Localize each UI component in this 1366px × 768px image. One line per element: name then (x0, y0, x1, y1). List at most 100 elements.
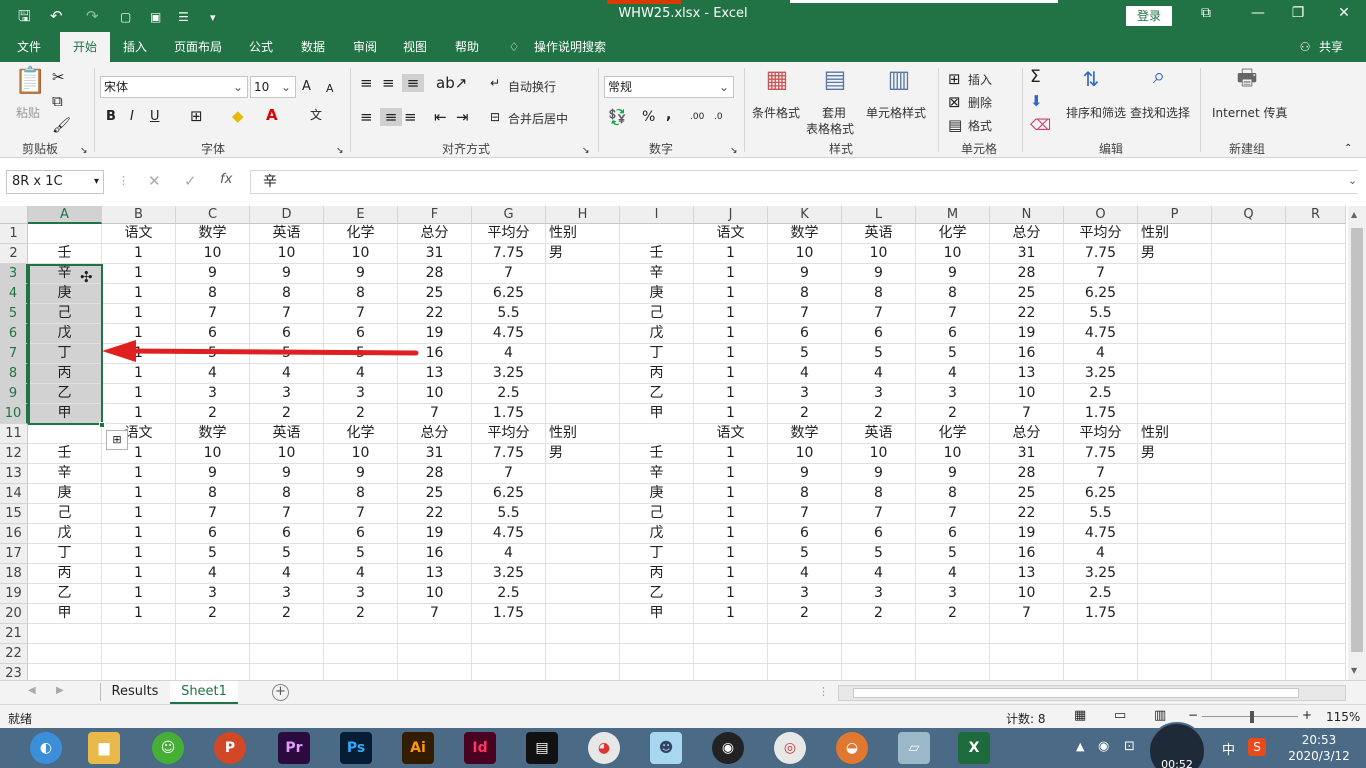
row-header[interactable]: 6 (0, 324, 28, 344)
cell[interactable]: 5.5 (472, 304, 546, 324)
cell[interactable]: 7 (324, 504, 398, 524)
cell[interactable]: 7 (398, 404, 472, 424)
column-header[interactable]: H (546, 206, 620, 224)
font-color-icon[interactable]: A (266, 106, 278, 124)
cell[interactable]: 2 (324, 404, 398, 424)
cell[interactable]: 6.25 (1064, 284, 1138, 304)
cell[interactable] (1138, 584, 1212, 604)
cell[interactable]: 3.25 (472, 364, 546, 384)
align-right-icon[interactable]: ≡ (404, 108, 417, 126)
cell[interactable]: 1 (102, 504, 176, 524)
cell[interactable] (1212, 504, 1286, 524)
cell[interactable]: 9 (176, 264, 250, 284)
ribbon-display-icon[interactable]: ⧉ (1196, 5, 1216, 21)
fill-color-icon[interactable]: ◆ (232, 107, 244, 125)
cell[interactable] (1138, 524, 1212, 544)
row-header[interactable]: 16 (0, 524, 28, 544)
cell[interactable] (546, 364, 620, 384)
cell[interactable] (1212, 624, 1286, 644)
cell[interactable] (1138, 284, 1212, 304)
cell[interactable] (1064, 624, 1138, 644)
cell[interactable] (28, 664, 102, 680)
cell[interactable]: 9 (842, 264, 916, 284)
cell[interactable]: 3 (842, 584, 916, 604)
cell[interactable] (1286, 264, 1346, 284)
cell[interactable]: 10 (916, 444, 990, 464)
cell[interactable]: 1 (694, 304, 768, 324)
cell[interactable] (842, 644, 916, 664)
cell[interactable]: 28 (990, 464, 1064, 484)
cell[interactable]: 8 (768, 284, 842, 304)
cell[interactable]: 3.25 (1064, 364, 1138, 384)
cell[interactable]: 8 (842, 484, 916, 504)
cell[interactable] (1286, 424, 1346, 444)
cell[interactable] (842, 664, 916, 680)
cell[interactable]: 7 (472, 464, 546, 484)
cell[interactable]: 1 (694, 324, 768, 344)
cell[interactable] (28, 644, 102, 664)
cell[interactable]: 7 (1064, 464, 1138, 484)
cell[interactable] (324, 664, 398, 680)
zoom-in-button[interactable]: + (1302, 708, 1312, 722)
name-box[interactable]: 8R x 1C ▾ (6, 170, 104, 194)
cell[interactable]: 5.5 (1064, 504, 1138, 524)
cell[interactable] (1286, 524, 1346, 544)
scroll-down-icon[interactable]: ▼ (1351, 666, 1357, 675)
cell[interactable]: 8 (176, 484, 250, 504)
cell[interactable] (546, 344, 620, 364)
cell[interactable] (990, 644, 1064, 664)
cell[interactable]: 乙 (620, 584, 694, 604)
cell[interactable]: 数学 (176, 224, 250, 244)
color-app-icon[interactable]: ◕ (588, 732, 620, 764)
cell[interactable]: 9 (324, 264, 398, 284)
cell[interactable]: 7 (842, 304, 916, 324)
zoom-out-button[interactable]: − (1188, 708, 1198, 722)
cell[interactable]: 31 (398, 244, 472, 264)
cell[interactable]: 3.25 (472, 564, 546, 584)
cell[interactable] (102, 644, 176, 664)
tab-file[interactable]: 文件 (8, 32, 50, 62)
notes-icon[interactable]: ▱ (898, 732, 930, 764)
cell[interactable] (176, 664, 250, 680)
cell[interactable]: 1 (102, 264, 176, 284)
cell[interactable]: 13 (398, 364, 472, 384)
cell[interactable]: 28 (398, 464, 472, 484)
restore-button[interactable]: ❐ (1288, 5, 1308, 21)
cell[interactable] (472, 664, 546, 680)
cell[interactable] (176, 644, 250, 664)
cell[interactable]: 4 (250, 564, 324, 584)
cell[interactable] (1212, 524, 1286, 544)
cell[interactable]: 28 (398, 264, 472, 284)
cell[interactable]: 5.5 (1064, 304, 1138, 324)
column-header[interactable]: B (102, 206, 176, 224)
cell[interactable] (1286, 624, 1346, 644)
number-format-select[interactable]: 常规 ⌄ (604, 76, 734, 98)
cell[interactable]: 22 (398, 304, 472, 324)
cell[interactable] (694, 664, 768, 680)
column-header[interactable]: M (916, 206, 990, 224)
cell[interactable]: 3.25 (1064, 564, 1138, 584)
shrink-font-icon[interactable]: A (326, 80, 334, 98)
column-header[interactable]: A (28, 206, 102, 224)
cell[interactable]: 1 (102, 244, 176, 264)
fax-icon[interactable]: 🖶 (1232, 68, 1262, 90)
cell[interactable]: 2 (842, 404, 916, 424)
row-header[interactable]: 7 (0, 344, 28, 364)
cell[interactable] (1212, 264, 1286, 284)
cell[interactable]: 10 (398, 384, 472, 404)
prev-sheet-icon[interactable]: ◀ (28, 685, 36, 696)
cell[interactable] (1212, 464, 1286, 484)
cell[interactable]: 6.25 (472, 284, 546, 304)
sogou-ime-icon[interactable]: S (1248, 738, 1266, 756)
row-header[interactable]: 2 (0, 244, 28, 264)
fill-icon[interactable]: ⬇ (1030, 92, 1043, 110)
cell[interactable]: 4.75 (1064, 324, 1138, 344)
page-layout-view-icon[interactable]: ▭ (1114, 708, 1126, 723)
cell[interactable] (546, 404, 620, 424)
cell[interactable] (1138, 544, 1212, 564)
cell[interactable]: 19 (398, 524, 472, 544)
minimize-button[interactable]: — (1248, 5, 1268, 21)
horizontal-scrollbar[interactable] (838, 685, 1346, 701)
cell[interactable]: 2 (916, 604, 990, 624)
cell[interactable] (324, 644, 398, 664)
